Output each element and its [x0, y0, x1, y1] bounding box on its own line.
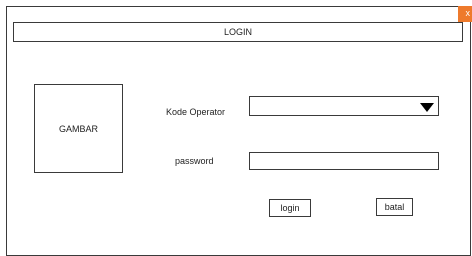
close-button[interactable]: x: [458, 6, 472, 22]
password-label: password: [175, 156, 214, 166]
cancel-button[interactable]: batal: [376, 198, 413, 216]
password-field[interactable]: [249, 152, 439, 170]
image-placeholder-label: GAMBAR: [58, 123, 98, 134]
window-title: LOGIN: [13, 22, 463, 42]
login-button[interactable]: login: [269, 199, 311, 217]
operator-code-label: Kode Operator: [166, 107, 226, 117]
image-placeholder: GAMBAR: [34, 84, 123, 173]
chevron-down-icon[interactable]: [420, 103, 434, 112]
operator-code-dropdown[interactable]: [249, 96, 439, 116]
